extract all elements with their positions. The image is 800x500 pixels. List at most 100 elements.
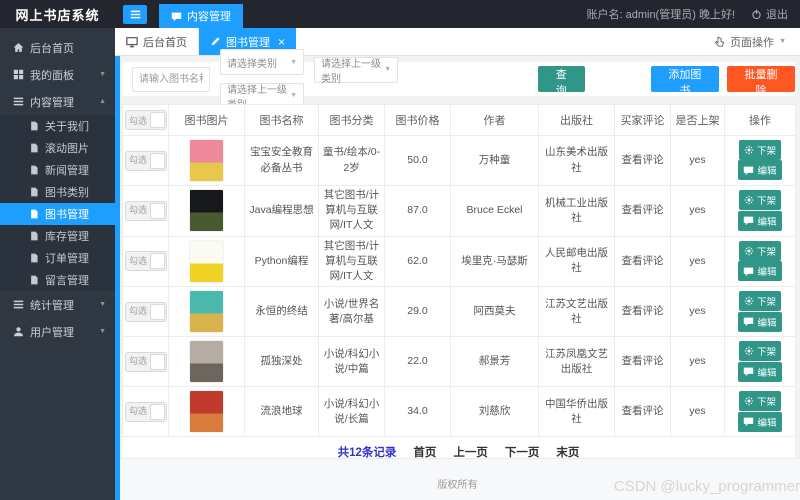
- sidebar-item-统计管理[interactable]: 统计管理 ▼: [0, 291, 115, 318]
- book-name-cell: 孤独深处: [244, 336, 319, 388]
- sidebar-item-新闻管理[interactable]: 新闻管理: [0, 159, 115, 181]
- hand-pointer-icon: [714, 36, 725, 47]
- content-accent-bar: [115, 56, 120, 500]
- book-publisher-cell: 中国华侨出版社: [538, 386, 615, 438]
- gear-icon: [744, 296, 754, 306]
- filter-bar: 请选择类别▼请选择上一级类别▼请选择上一级类别▼ 查询 添加图书 批量删除: [122, 49, 795, 111]
- view-comments-link[interactable]: 查看评论: [622, 255, 664, 267]
- user-icon: [13, 326, 24, 337]
- view-comments-link[interactable]: 查看评论: [622, 405, 664, 417]
- tab-label: 后台首页: [143, 36, 187, 49]
- select-all-switch[interactable]: 勾选: [125, 110, 167, 130]
- chat-bubble-icon: [171, 11, 182, 22]
- book-author-cell: 阿西莫夫: [450, 286, 539, 338]
- book-publisher-cell: 江苏文艺出版社: [538, 286, 615, 338]
- top-header: 网上书店系统 内容管理 账户名: admin(管理员) 晚上好! 退出: [0, 0, 800, 28]
- edit-button[interactable]: 编辑: [738, 261, 782, 282]
- view-comments-link[interactable]: 查看评论: [622, 154, 664, 166]
- off-shelf-button[interactable]: 下架: [738, 190, 781, 211]
- sidebar-item-label: 新闻管理: [45, 165, 89, 177]
- table-row: 勾选 Python编程 其它图书/计算机与互联网/IT人文 62.0 埃里克·马…: [122, 235, 796, 288]
- off-shelf-button[interactable]: 下架: [738, 241, 781, 262]
- view-comments-link[interactable]: 查看评论: [622, 204, 664, 216]
- view-comments-link[interactable]: 查看评论: [622, 355, 664, 367]
- view-comments-link[interactable]: 查看评论: [622, 305, 664, 317]
- category-select-2[interactable]: 请选择上一级类别 ▼: [314, 56, 398, 85]
- sidebar-item-label: 用户管理: [30, 326, 74, 339]
- book-author-cell: 郝景芳: [450, 336, 539, 388]
- add-book-button[interactable]: 添加图书: [650, 66, 719, 97]
- tab-label: 图书管理: [226, 36, 270, 49]
- table-row: 勾选 永恒的终结 小说/世界名著/高尔基 29.0 阿西莫夫 江苏文艺出版社 查…: [122, 286, 796, 338]
- on-shelf-cell: yes: [670, 386, 725, 438]
- edit-button[interactable]: 编辑: [738, 361, 782, 382]
- edit-button[interactable]: 编辑: [738, 210, 782, 231]
- table-row: 勾选 Java编程思想 其它图书/计算机与互联网/IT人文 87.0 Bruce…: [122, 185, 796, 237]
- off-shelf-button[interactable]: 下架: [738, 391, 781, 412]
- sidebar-item-后台首页[interactable]: 后台首页: [0, 34, 115, 61]
- book-author-cell: Bruce Eckel: [450, 185, 539, 237]
- book-cover-image: [190, 391, 223, 433]
- table-header-row: 勾选 图书图片 图书名称 图书分类 图书价格 作者 出版社 买家评论 是否上架 操作: [122, 104, 796, 136]
- book-cover-image: [190, 291, 223, 333]
- sidebar-item-我的面板[interactable]: 我的面板 ▼: [0, 61, 115, 88]
- row-select-switch[interactable]: 勾选: [125, 351, 167, 372]
- sidebar-item-label: 我的面板: [30, 69, 74, 82]
- close-tab-icon[interactable]: ×: [278, 36, 285, 48]
- sidebar-item-库存管理[interactable]: 库存管理: [0, 225, 115, 247]
- menu-icon: [13, 96, 24, 107]
- edit-button[interactable]: 编辑: [738, 311, 782, 332]
- switch-label: 勾选: [129, 255, 148, 266]
- watermark-text: CSDN @lucky_programmer: [613, 478, 800, 495]
- top-nav-content-management[interactable]: 内容管理: [159, 4, 243, 28]
- sidebar-item-留言管理[interactable]: 留言管理: [0, 269, 115, 291]
- book-category-cell: 其它图书/计算机与互联网/IT人文: [318, 235, 385, 288]
- chevron-down-icon: ▼: [290, 58, 297, 66]
- page-actions-dropdown[interactable]: 页面操作 ▼: [714, 28, 786, 55]
- logout-button[interactable]: 退出: [751, 6, 788, 22]
- sidebar-item-内容管理[interactable]: 内容管理 ▲: [0, 88, 115, 115]
- switch-knob: [150, 403, 165, 420]
- off-shelf-button[interactable]: 下架: [738, 140, 781, 161]
- chat-bubble-icon: [743, 165, 754, 176]
- sidebar-item-用户管理[interactable]: 用户管理 ▼: [0, 318, 115, 345]
- row-select-switch[interactable]: 勾选: [125, 251, 167, 272]
- bulk-delete-button[interactable]: 批量删除: [726, 66, 795, 97]
- panel-icon: [13, 69, 24, 80]
- book-cover-image: [190, 341, 223, 383]
- sidebar-item-关于我们[interactable]: 关于我们: [0, 115, 115, 137]
- home-icon: [13, 42, 24, 53]
- sidebar-toggle-button[interactable]: [123, 4, 147, 24]
- doc-icon: [29, 121, 39, 131]
- row-select-switch[interactable]: 勾选: [125, 150, 167, 171]
- sidebar-item-图书管理[interactable]: 图书管理: [0, 203, 115, 225]
- book-name-input[interactable]: [132, 66, 210, 92]
- category-select-1[interactable]: 请选择类别 ▼: [220, 49, 304, 76]
- switch-label: 勾选: [129, 154, 148, 165]
- row-select-switch[interactable]: 勾选: [125, 301, 167, 322]
- monitor-icon: [126, 36, 138, 48]
- sidebar-item-图书类别[interactable]: 图书类别: [0, 181, 115, 203]
- row-select-switch[interactable]: 勾选: [125, 200, 167, 221]
- off-shelf-button[interactable]: 下架: [738, 291, 781, 312]
- on-shelf-cell: yes: [670, 235, 725, 288]
- sidebar-item-label: 滚动图片: [45, 143, 89, 155]
- search-button[interactable]: 查询: [537, 66, 585, 97]
- chevron-down-icon: ▼: [290, 92, 297, 100]
- switch-label: 勾选: [129, 115, 148, 126]
- off-shelf-button[interactable]: 下架: [738, 341, 781, 362]
- sidebar-item-订单管理[interactable]: 订单管理: [0, 247, 115, 269]
- book-price-cell: 87.0: [384, 185, 451, 237]
- doc-icon: [29, 165, 39, 175]
- book-author-cell: 刘慈欣: [450, 386, 539, 438]
- edit-icon: [210, 36, 221, 47]
- chevron-down-icon: ▼: [99, 301, 106, 308]
- sidebar-item-滚动图片[interactable]: 滚动图片: [0, 137, 115, 159]
- row-select-switch[interactable]: 勾选: [125, 401, 167, 422]
- book-publisher-cell: 机械工业出版社: [538, 185, 615, 237]
- edit-button[interactable]: 编辑: [738, 411, 782, 432]
- switch-label: 勾选: [129, 406, 148, 417]
- doc-icon: [29, 231, 39, 241]
- edit-button[interactable]: 编辑: [738, 160, 782, 181]
- tab-backend-home[interactable]: 后台首页: [115, 28, 199, 55]
